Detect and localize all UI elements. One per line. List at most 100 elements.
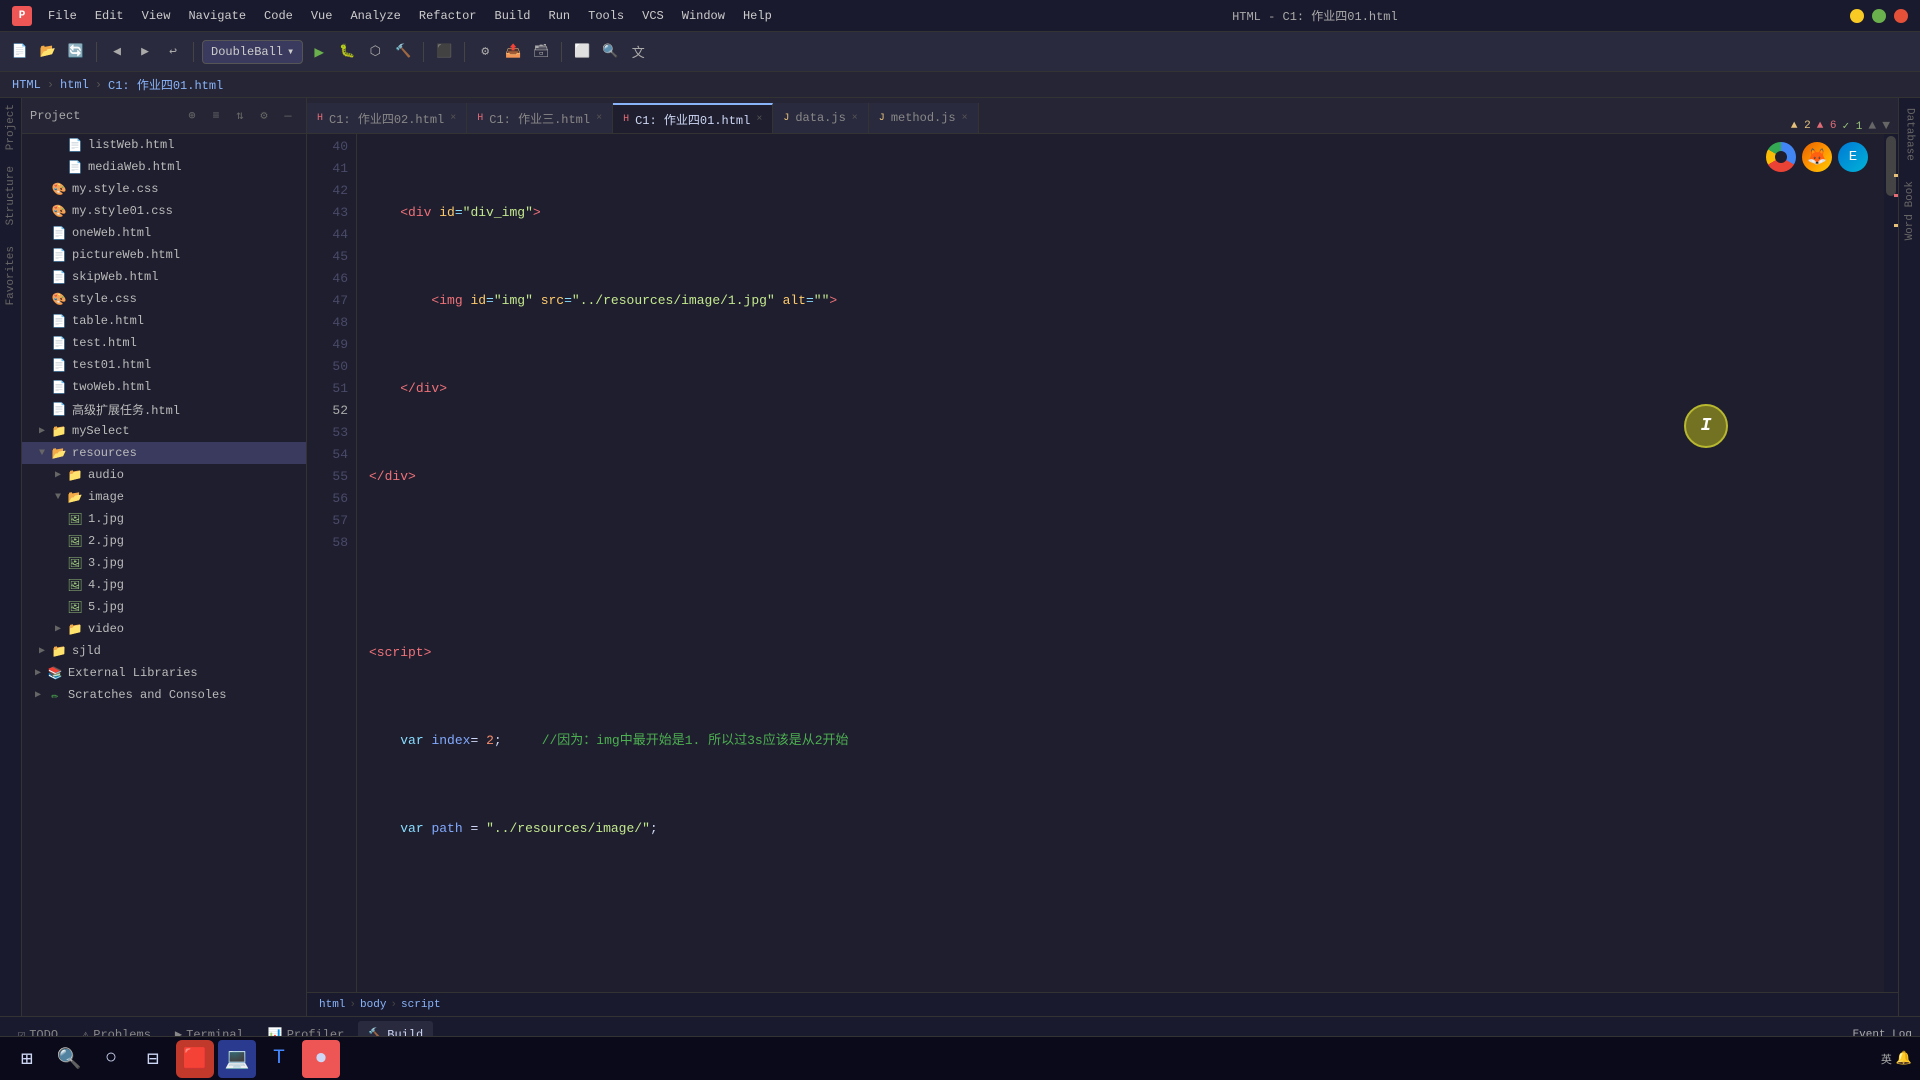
breadcrumb-folder[interactable]: html bbox=[60, 78, 89, 92]
sidebar-icon-1[interactable]: ⊕ bbox=[182, 106, 202, 126]
sidebar-minimize-icon[interactable]: — bbox=[278, 106, 298, 126]
history-button[interactable]: ↩ bbox=[161, 40, 185, 64]
tree-item-scratches[interactable]: ▶ ✏ Scratches and Consoles bbox=[22, 684, 306, 706]
arrow-down-icon[interactable]: ▼ bbox=[1882, 118, 1890, 133]
tab-close-icon[interactable]: × bbox=[756, 114, 762, 125]
tree-item-5jpg[interactable]: 🖼 5.jpg bbox=[22, 596, 306, 618]
code-content[interactable]: <div id="div_img"> <img id="img" src="..… bbox=[357, 134, 1884, 992]
menu-run[interactable]: Run bbox=[541, 7, 579, 25]
menu-vcs[interactable]: VCS bbox=[634, 7, 672, 25]
tab-word-book[interactable]: Word Book bbox=[1901, 171, 1919, 250]
debug-button[interactable]: 🐛 bbox=[335, 40, 359, 64]
tree-item-audio[interactable]: ▶ 📁 audio bbox=[22, 464, 306, 486]
menu-refactor[interactable]: Refactor bbox=[411, 7, 485, 25]
stop-button[interactable]: ⬛ bbox=[432, 40, 456, 64]
menu-view[interactable]: View bbox=[134, 7, 179, 25]
tree-item-mySelect[interactable]: ▶ 📁 mySelect bbox=[22, 420, 306, 442]
menu-code[interactable]: Code bbox=[256, 7, 301, 25]
taskbar-t-app[interactable]: T bbox=[260, 1040, 298, 1078]
search-button[interactable]: 🔍 bbox=[598, 40, 622, 64]
chrome-icon[interactable] bbox=[1766, 142, 1796, 172]
tree-item-style[interactable]: 🎨 style.css bbox=[22, 288, 306, 310]
bc-html[interactable]: html bbox=[319, 999, 345, 1011]
cursor-indicator[interactable]: I bbox=[1684, 404, 1728, 448]
tree-item-gaoji[interactable]: 📄 高级扩展任务.html bbox=[22, 398, 306, 420]
menu-analyze[interactable]: Analyze bbox=[342, 7, 408, 25]
taskbar-minimize-button[interactable]: ⊟ bbox=[134, 1040, 172, 1078]
tree-item-4jpg[interactable]: 🖼 4.jpg bbox=[22, 574, 306, 596]
settings-button[interactable]: ⚙ bbox=[473, 40, 497, 64]
back-button[interactable]: ◀ bbox=[105, 40, 129, 64]
tab-structure[interactable]: Structure bbox=[2, 156, 20, 235]
tree-item-oneWeb[interactable]: 📄 oneWeb.html bbox=[22, 222, 306, 244]
run-button[interactable]: ▶ bbox=[307, 40, 331, 64]
tree-item-3jpg[interactable]: 🖼 3.jpg bbox=[22, 552, 306, 574]
menu-help[interactable]: Help bbox=[735, 7, 780, 25]
sidebar-icon-3[interactable]: ⇅ bbox=[230, 106, 250, 126]
menu-build[interactable]: Build bbox=[487, 7, 539, 25]
scrollbar[interactable] bbox=[1884, 134, 1898, 992]
close-button[interactable] bbox=[1894, 9, 1908, 23]
tree-item-sjld[interactable]: ▶ 📁 sjld bbox=[22, 640, 306, 662]
maximize-button[interactable] bbox=[1872, 9, 1886, 23]
tab-project[interactable]: Project bbox=[2, 98, 20, 156]
tab-close-icon[interactable]: × bbox=[852, 113, 858, 124]
run-config-dropdown[interactable]: DoubleBall ▾ bbox=[202, 40, 303, 64]
tree-item-resources[interactable]: ▼ 📂 resources bbox=[22, 442, 306, 464]
tab-close-icon[interactable]: × bbox=[450, 113, 456, 124]
tab-zuoye02[interactable]: H C1: 作业四02.html × bbox=[307, 103, 467, 133]
tree-item-mediaWeb[interactable]: 📄 mediaWeb.html bbox=[22, 156, 306, 178]
deploy-button[interactable]: 📤 bbox=[501, 40, 525, 64]
translate-button[interactable]: 文 bbox=[626, 40, 650, 64]
tab-close-icon[interactable]: × bbox=[596, 113, 602, 124]
tree-item-pictureWeb[interactable]: 📄 pictureWeb.html bbox=[22, 244, 306, 266]
tree-item-test01[interactable]: 📄 test01.html bbox=[22, 354, 306, 376]
tree-item-video[interactable]: ▶ 📁 video bbox=[22, 618, 306, 640]
coverage-button[interactable]: ⬡ bbox=[363, 40, 387, 64]
menu-window[interactable]: Window bbox=[674, 7, 733, 25]
database-button[interactable]: 🗃 bbox=[529, 40, 553, 64]
tree-item-twoWeb[interactable]: 📄 twoWeb.html bbox=[22, 376, 306, 398]
edge-icon[interactable]: E bbox=[1838, 142, 1868, 172]
taskbar-app-1[interactable]: 🟥 bbox=[176, 1040, 214, 1078]
tab-zuoye3[interactable]: H C1: 作业三.html × bbox=[467, 103, 613, 133]
breadcrumb-file[interactable]: C1: 作业四01.html bbox=[108, 76, 223, 93]
search-taskbar-button[interactable]: 🔍 bbox=[50, 1040, 88, 1078]
menu-navigate[interactable]: Navigate bbox=[180, 7, 254, 25]
arrow-up-icon[interactable]: ▲ bbox=[1868, 118, 1876, 133]
menu-edit[interactable]: Edit bbox=[87, 7, 132, 25]
tree-item-skipWeb[interactable]: 📄 skipWeb.html bbox=[22, 266, 306, 288]
preview-button[interactable]: ⬜ bbox=[570, 40, 594, 64]
tab-database[interactable]: Database bbox=[1901, 98, 1919, 171]
tree-item-image[interactable]: ▼ 📂 image bbox=[22, 486, 306, 508]
tree-item-2jpg[interactable]: 🖼 2.jpg bbox=[22, 530, 306, 552]
bc-script[interactable]: script bbox=[401, 999, 441, 1011]
tree-item-1jpg[interactable]: 🖼 1.jpg bbox=[22, 508, 306, 530]
minimize-button[interactable] bbox=[1850, 9, 1864, 23]
breadcrumb-html[interactable]: HTML bbox=[12, 78, 41, 92]
code-editor[interactable]: 40 41 42 43 44 45 46 47 48 49 50 51 52 5… bbox=[307, 134, 1898, 992]
taskbar-intellij[interactable]: 💻 bbox=[218, 1040, 256, 1078]
tab-close-icon[interactable]: × bbox=[962, 113, 968, 124]
firefox-icon[interactable]: 🦊 bbox=[1802, 142, 1832, 172]
tree-item-table[interactable]: 📄 table.html bbox=[22, 310, 306, 332]
tab-zuoye01-active[interactable]: H C1: 作业四01.html × bbox=[613, 103, 773, 133]
tree-item-mystyle01[interactable]: 🎨 my.style01.css bbox=[22, 200, 306, 222]
sidebar-settings-icon[interactable]: ⚙ bbox=[254, 106, 274, 126]
scrollbar-thumb[interactable] bbox=[1886, 136, 1896, 196]
bc-body[interactable]: body bbox=[360, 999, 386, 1011]
taskbar-record-button[interactable]: ⏺ bbox=[302, 1040, 340, 1078]
tab-methodjs[interactable]: J method.js × bbox=[869, 103, 979, 133]
start-button[interactable]: ⊞ bbox=[8, 1040, 46, 1078]
sidebar-icon-2[interactable]: ≡ bbox=[206, 106, 226, 126]
forward-button[interactable]: ▶ bbox=[133, 40, 157, 64]
taskbar-notification[interactable]: 🔔 bbox=[1896, 1051, 1912, 1066]
menu-tools[interactable]: Tools bbox=[580, 7, 632, 25]
tab-favorites[interactable]: Favorites bbox=[2, 236, 20, 315]
tree-item-mystyle[interactable]: 🎨 my.style.css bbox=[22, 178, 306, 200]
tree-item-test[interactable]: 📄 test.html bbox=[22, 332, 306, 354]
tree-item-listWeb[interactable]: 📄 listWeb.html bbox=[22, 134, 306, 156]
refresh-button[interactable]: 🔄 bbox=[64, 40, 88, 64]
menu-file[interactable]: File bbox=[40, 7, 85, 25]
build-button[interactable]: 🔨 bbox=[391, 40, 415, 64]
